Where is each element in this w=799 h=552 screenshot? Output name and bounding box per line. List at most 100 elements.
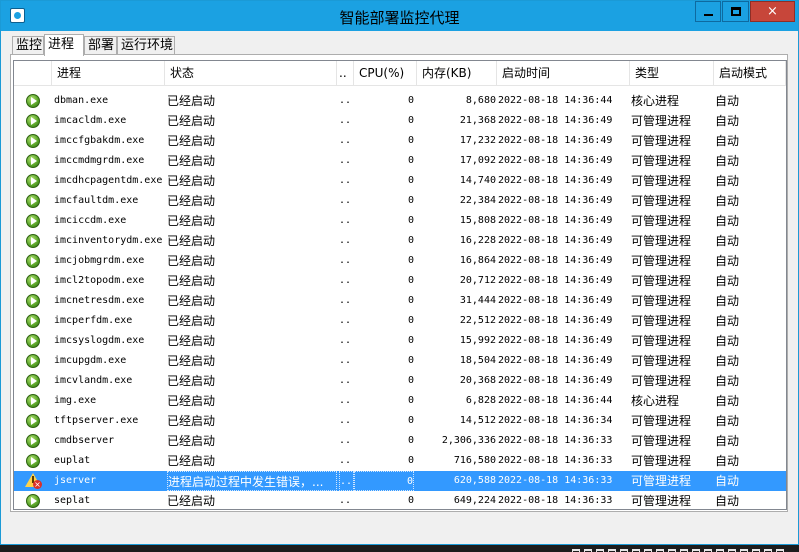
table-row[interactable]: imcfaultdm.exe 已经启动.. 0 22,384 2022-08-18 14…: [14, 191, 786, 211]
header-start-mode[interactable]: 启动模式: [714, 61, 786, 86]
cell-start-mode: 自动: [715, 334, 740, 348]
table-row[interactable]: imcdhcpagentdm.exe 已经启动.. 0 14,740 2022-08-1…: [14, 171, 786, 191]
tab-monitor[interactable]: 监控: [12, 36, 44, 55]
cell-start-mode: 自动: [715, 214, 740, 228]
running-status-icon: [26, 134, 40, 148]
cell-process: imciccdm.exe: [54, 215, 127, 226]
table-row[interactable]: imcsyslogdm.exe 已经启动.. 0 15,992 2022-08-18 1…: [14, 331, 786, 351]
cell-process: imcinventorydm.exe: [54, 235, 163, 246]
table-row[interactable]: imcl2topodm.exe 已经启动.. 0 20,712 2022-08-18 1…: [14, 271, 786, 291]
running-status-icon: [26, 434, 40, 448]
cell-status: 已经启动: [167, 174, 216, 188]
cell-status: 已经启动: [167, 494, 216, 508]
cell-more: ..: [339, 295, 352, 306]
table-row[interactable]: imcacldm.exe 已经启动.. 0 21,368 2022-08-18 14:3…: [14, 111, 786, 131]
cell-more: ..: [339, 355, 352, 366]
header-cpu[interactable]: CPU(%): [354, 61, 417, 86]
header-icon-column[interactable]: [14, 61, 52, 86]
cell-type: 核心进程: [631, 94, 680, 108]
cell-memory: 20,368: [459, 375, 496, 386]
maximize-icon: [730, 7, 741, 16]
cell-start-mode: 自动: [715, 154, 740, 168]
cell-more: ..: [339, 175, 352, 186]
cell-memory: 2,306,336: [441, 435, 496, 446]
cell-cpu: 0: [407, 495, 414, 506]
table-row[interactable]: tftpserver.exe 已经启动.. 0 14,512 2022-08-18 14…: [14, 411, 786, 431]
header-status[interactable]: 状态: [165, 61, 337, 86]
running-status-icon: [26, 414, 40, 428]
maximize-button[interactable]: [722, 1, 749, 22]
table-row[interactable]: imccmdmgrdm.exe 已经启动.. 0 17,092 2022-08-18 1…: [14, 151, 786, 171]
cell-memory: 649,224: [453, 495, 496, 506]
cell-status: 已经启动: [167, 434, 216, 448]
running-status-icon: [26, 294, 40, 308]
tab-runtime-env[interactable]: 运行环境: [117, 36, 175, 55]
table-row[interactable]: dbman.exe 已经启动.. 0 8,680 2022-08-18 14:36:44…: [14, 91, 786, 111]
running-status-icon: [26, 214, 40, 228]
cell-process: cmdbserver: [54, 435, 115, 446]
cell-type: 可管理进程: [631, 414, 692, 428]
cell-memory: 16,864: [459, 255, 496, 266]
table-row[interactable]: imcinventorydm.exe 已经启动.. 0 16,228 2022-08-1…: [14, 231, 786, 251]
close-button[interactable]: ×: [750, 1, 795, 22]
table-row[interactable]: imciccdm.exe 已经启动.. 0 15,808 2022-08-18 14:3…: [14, 211, 786, 231]
tab-deploy[interactable]: 部署: [84, 36, 117, 55]
cell-cpu: 0: [407, 195, 414, 206]
cell-start-time: 2022-08-18 14:36:49: [498, 375, 613, 386]
cell-start-mode: 自动: [715, 414, 740, 428]
table-row[interactable]: imcnetresdm.exe 已经启动.. 0 31,444 2022-08-18 1…: [14, 291, 786, 311]
cell-start-time: 2022-08-18 14:36:44: [498, 95, 613, 106]
table-row[interactable]: imccfgbakdm.exe 已经启动.. 0 17,232 2022-08-18 1…: [14, 131, 786, 151]
header-start-time[interactable]: 启动时间: [497, 61, 630, 86]
table-row[interactable]: imcjobmgrdm.exe 已经启动.. 0 16,864 2022-08-18 1…: [14, 251, 786, 271]
header-memory[interactable]: 内存(KB): [417, 61, 497, 86]
cell-start-time: 2022-08-18 14:36:34: [498, 415, 613, 426]
cell-start-mode: 自动: [715, 494, 740, 508]
table-row[interactable]: seplat 已经启动.. 0 649,224 2022-08-18 14:36:33 可…: [14, 491, 786, 509]
cell-memory: 21,368: [459, 115, 496, 126]
cell-memory: 17,232: [459, 135, 496, 146]
cell-status: 已经启动: [167, 194, 216, 208]
header-process[interactable]: 进程: [52, 61, 165, 86]
header-type[interactable]: 类型: [630, 61, 714, 86]
cell-memory: 16,228: [459, 235, 496, 246]
cell-process: imcvlandm.exe: [54, 375, 133, 386]
table-row[interactable]: imcupgdm.exe 已经启动.. 0 18,504 2022-08-18 14:3…: [14, 351, 786, 371]
cell-status: 已经启动: [167, 214, 216, 228]
cell-start-time: 2022-08-18 14:36:33: [498, 495, 613, 506]
cell-cpu: 0: [407, 295, 414, 306]
main-window: 智能部署监控代理 × 监控 进程 部署 运行环境 进程 状态 .. CPU(%)…: [0, 0, 799, 545]
table-row[interactable]: imcvlandm.exe 已经启动.. 0 20,368 2022-08-18 14:…: [14, 371, 786, 391]
process-list[interactable]: 进程 状态 .. CPU(%) 内存(KB) 启动时间 类型 启动模式 dbma…: [13, 60, 787, 510]
table-row[interactable]: img.exe 已经启动.. 0 6,828 2022-08-18 14:36:44 核心…: [14, 391, 786, 411]
cell-start-mode: 自动: [715, 394, 740, 408]
cell-cpu: 0: [407, 275, 414, 286]
tab-process[interactable]: 进程: [44, 34, 84, 56]
cell-process: tftpserver.exe: [54, 415, 139, 426]
cell-type: 可管理进程: [631, 434, 692, 448]
cell-memory: 14,512: [459, 415, 496, 426]
cell-type: 可管理进程: [631, 354, 692, 368]
running-status-icon: [26, 174, 40, 188]
cell-more: ..: [339, 115, 352, 126]
table-row[interactable]: cmdbserver 已经启动.. 0 2,306,336 2022-08-18 14:…: [14, 431, 786, 451]
cell-process: imcfaultdm.exe: [54, 195, 139, 206]
cell-cpu: 0: [407, 155, 414, 166]
cell-memory: 716,580: [453, 455, 496, 466]
minimize-button[interactable]: [695, 1, 721, 22]
cell-process: euplat: [54, 455, 91, 466]
cell-status: 已经启动: [167, 94, 216, 108]
cell-memory: 15,992: [459, 335, 496, 346]
cell-start-mode: 自动: [715, 254, 740, 268]
cell-status: 已经启动: [167, 114, 216, 128]
cell-start-mode: 自动: [715, 454, 740, 468]
running-status-icon: [26, 154, 40, 168]
running-status-icon: [26, 114, 40, 128]
table-row[interactable]: × jserver 进程启动过程中发生错误，..... 0 620,588 2022-08…: [14, 471, 786, 491]
cell-more: ..: [339, 315, 352, 326]
header-more[interactable]: ..: [337, 61, 354, 86]
table-row[interactable]: euplat 已经启动.. 0 716,580 2022-08-18 14:36:33 可…: [14, 451, 786, 471]
title-bar[interactable]: 智能部署监控代理 ×: [1, 1, 798, 31]
cell-more: ..: [339, 155, 352, 166]
table-row[interactable]: imcperfdm.exe 已经启动.. 0 22,512 2022-08-18 14:…: [14, 311, 786, 331]
